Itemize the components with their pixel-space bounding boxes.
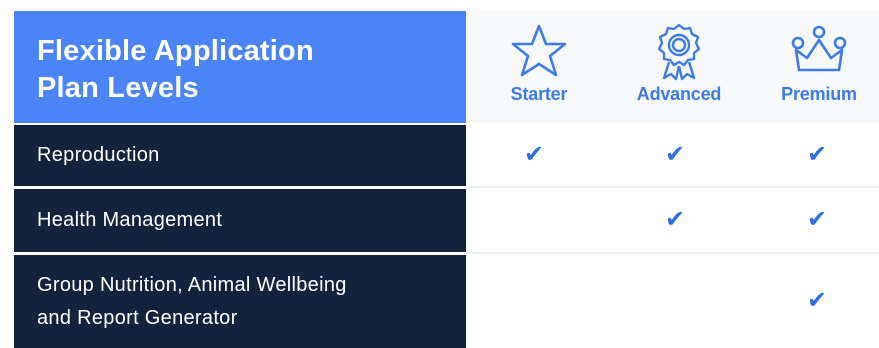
check-icon: ✔ [664,140,686,168]
row-divider [466,252,879,254]
crown-icon [791,25,847,72]
check-icon: ✔ [523,140,545,168]
feature-label-line-1: Group Nutrition, Animal Wellbeing [37,273,347,296]
plan-name-premium: Premium [781,84,857,104]
plan-header-premium: Premium [749,22,879,105]
title-line-2: Plan Levels [37,72,199,104]
title-line-1: Flexible Application [37,35,314,67]
table-title: Flexible Application Plan Levels [14,11,466,123]
feature-label: Health Management [37,209,223,231]
check-icon: ✔ [806,140,828,168]
plan-name-starter: Starter [510,84,568,104]
award-ribbon-icon [657,23,701,81]
plan-header-starter: Starter [469,22,609,105]
feature-row-health-management: Health Management [14,189,466,252]
check-icon: ✔ [806,286,828,314]
plan-comparison-table: Flexible Application Plan Levels Starter… [0,0,879,348]
plan-name-advanced: Advanced [636,84,722,104]
feature-label-line-2: and Report Generator [37,306,238,329]
row-divider [466,186,879,188]
feature-row-reproduction: Reproduction [14,125,466,186]
check-icon: ✔ [664,205,686,233]
feature-row-group-nutrition: Group Nutrition, Animal Wellbeing and Re… [14,255,466,348]
feature-label: Reproduction [37,144,160,166]
top-strip [0,0,879,10]
plan-header-advanced: Advanced [609,22,749,105]
star-icon [511,24,567,77]
check-icon: ✔ [806,205,828,233]
